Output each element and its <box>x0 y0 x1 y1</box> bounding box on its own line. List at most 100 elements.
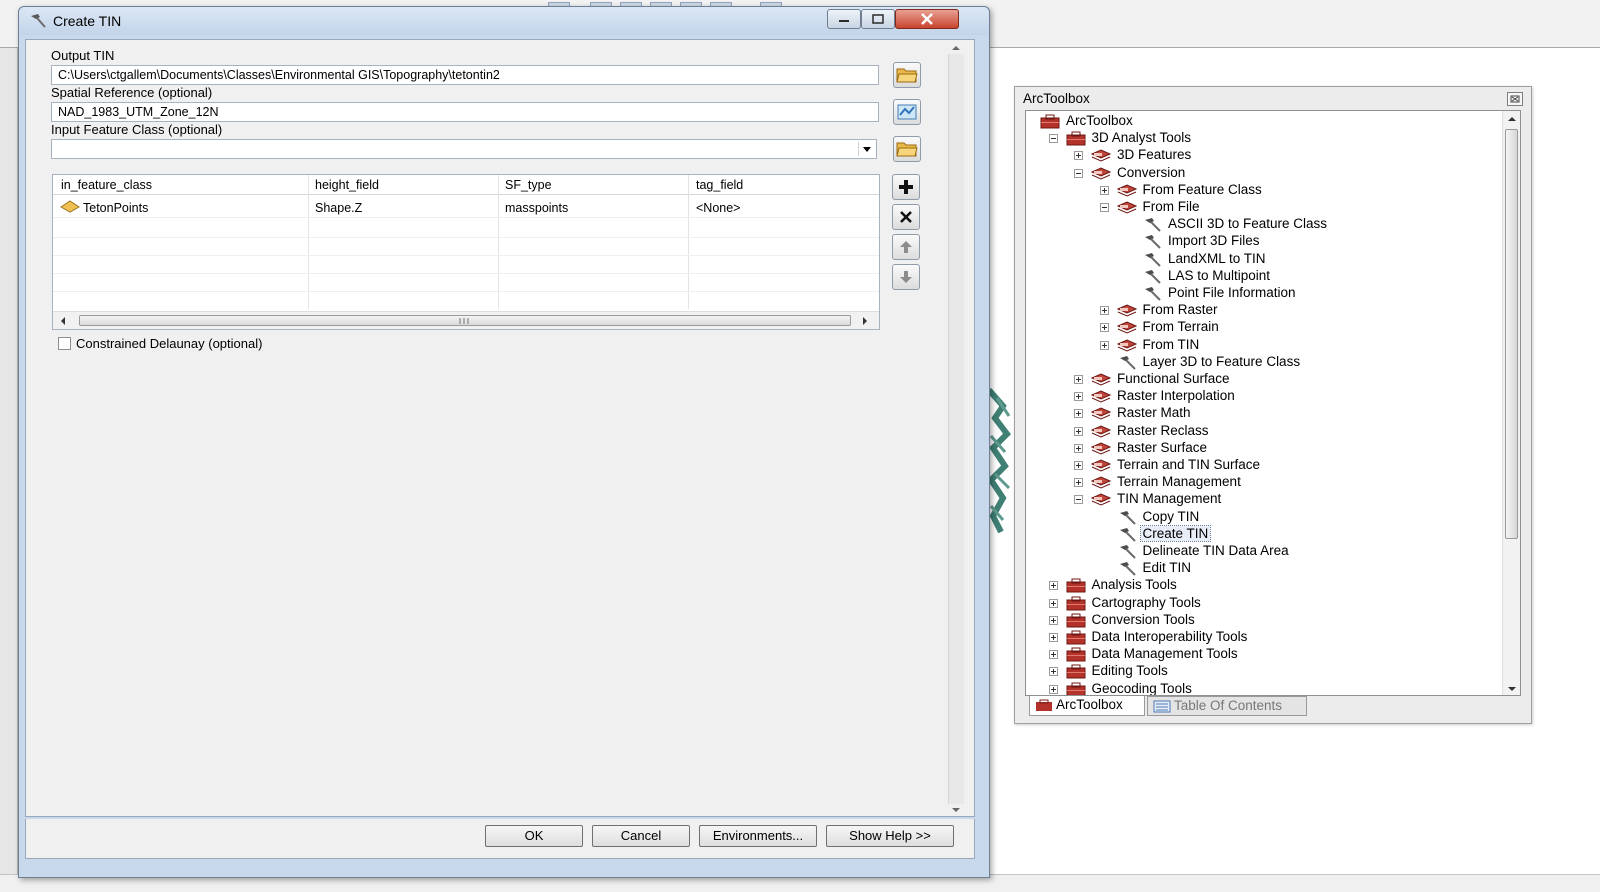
tree-item[interactable]: LandXML to TIN <box>1026 251 1502 268</box>
expand-icon[interactable] <box>1048 650 1058 660</box>
tree-item[interactable]: Terrain and TIN Surface <box>1026 457 1502 474</box>
expand-icon[interactable] <box>1074 443 1083 453</box>
expand-icon[interactable] <box>1048 598 1058 608</box>
spatial-reference-properties-button[interactable] <box>893 99 921 125</box>
expand-icon[interactable] <box>1048 615 1058 625</box>
expand-icon[interactable] <box>1048 633 1058 642</box>
tree-item[interactable]: Analysis Tools <box>1026 577 1502 594</box>
dialog-vertical-scrollbar[interactable] <box>938 40 974 816</box>
tree-item[interactable]: LAS to Multipoint <box>1026 268 1502 285</box>
tree-item[interactable]: ArcToolbox <box>1026 113 1502 130</box>
environments-button[interactable]: Environments... <box>699 825 817 847</box>
expand-icon[interactable] <box>1048 581 1058 591</box>
tree-item[interactable]: Create TIN <box>1026 524 1502 543</box>
input-feature-class-label: Input Feature Class (optional) <box>51 122 223 137</box>
tree-item-label: Conversion <box>1117 164 1186 180</box>
tree-item[interactable]: Raster Interpolation <box>1026 388 1502 405</box>
expand-icon[interactable] <box>1099 323 1109 333</box>
expand-icon[interactable] <box>1099 185 1109 195</box>
expand-icon[interactable] <box>1074 426 1083 436</box>
move-up-button[interactable] <box>892 234 920 260</box>
expand-icon[interactable] <box>1074 375 1083 384</box>
tree-item[interactable]: Point File Information <box>1026 285 1502 302</box>
expand-icon[interactable] <box>1074 392 1083 402</box>
tree-item[interactable]: Geocoding Tools <box>1026 681 1502 695</box>
add-row-button[interactable] <box>892 174 920 200</box>
expand-icon[interactable] <box>1048 684 1058 694</box>
scrollbar-track[interactable] <box>948 54 964 804</box>
tree-item[interactable]: Layer 3D to Feature Class <box>1026 354 1502 371</box>
expand-icon[interactable] <box>1048 667 1058 677</box>
expand-icon[interactable] <box>1074 409 1083 419</box>
tree-item[interactable]: From File <box>1026 199 1502 216</box>
chevron-right-icon[interactable] <box>861 316 869 326</box>
move-down-button[interactable] <box>892 264 920 290</box>
constrained-delaunay-label[interactable]: Constrained Delaunay (optional) <box>76 336 262 351</box>
table-cell[interactable]: <None> <box>696 201 740 215</box>
chevron-up-icon[interactable] <box>951 44 961 52</box>
minimize-button[interactable] <box>827 9 861 29</box>
tree-item[interactable]: Functional Surface <box>1026 371 1502 388</box>
expand-icon[interactable] <box>1074 461 1083 470</box>
tree-item[interactable]: Import 3D Files <box>1026 233 1502 250</box>
tree-item[interactable]: From Feature Class <box>1026 182 1502 199</box>
ok-button[interactable]: OK <box>485 825 583 847</box>
chevron-up-icon[interactable] <box>1507 115 1517 123</box>
tree-item[interactable]: Copy TIN <box>1026 509 1502 526</box>
tree-item[interactable]: Delineate TIN Data Area <box>1026 543 1502 560</box>
cancel-button[interactable]: Cancel <box>592 825 690 847</box>
collapse-icon[interactable] <box>1074 168 1083 178</box>
table-cell[interactable]: TetonPoints <box>83 201 148 215</box>
tree-item[interactable]: From TIN <box>1026 337 1502 354</box>
expand-icon[interactable] <box>1099 340 1109 350</box>
chevron-down-icon[interactable] <box>1507 685 1517 693</box>
constrained-delaunay-checkbox[interactable] <box>58 337 71 350</box>
tree-item[interactable]: 3D Features <box>1026 147 1502 164</box>
background-side-strip <box>0 48 18 892</box>
tree-item[interactable]: TIN Management <box>1026 491 1502 508</box>
chevron-left-icon[interactable] <box>59 316 67 326</box>
show-help-button[interactable]: Show Help >> <box>826 825 954 847</box>
input-feature-class-combobox[interactable] <box>51 139 877 159</box>
tab-table-of-contents[interactable]: Table Of Contents <box>1147 696 1307 716</box>
table-cell[interactable]: Shape.Z <box>315 201 362 215</box>
tree-vertical-scrollbar[interactable] <box>1502 111 1520 695</box>
panel-close-button[interactable] <box>1507 92 1523 106</box>
horizontal-scrollbar[interactable] <box>53 311 879 329</box>
expand-icon[interactable] <box>1074 151 1083 161</box>
expand-icon[interactable] <box>1074 478 1083 488</box>
tree-item[interactable]: From Terrain <box>1026 319 1502 336</box>
tree-item[interactable]: 3D Analyst Tools <box>1026 130 1502 147</box>
tree-item[interactable]: From Raster <box>1026 302 1502 319</box>
browse-input-button[interactable] <box>893 136 921 162</box>
tree-item[interactable]: Editing Tools <box>1026 663 1502 680</box>
collapse-icon[interactable] <box>1099 203 1109 212</box>
tab-arctoolbox[interactable]: ArcToolbox <box>1029 696 1145 716</box>
tree-item[interactable]: Cartography Tools <box>1026 595 1502 612</box>
remove-row-button[interactable] <box>892 204 920 230</box>
collapse-icon[interactable] <box>1074 495 1083 505</box>
tree-item[interactable]: ASCII 3D to Feature Class <box>1026 216 1502 233</box>
spatial-reference-input[interactable]: NAD_1983_UTM_Zone_12N <box>51 102 879 122</box>
tree-item[interactable]: Raster Math <box>1026 405 1502 422</box>
scrollbar-thumb[interactable] <box>1505 129 1518 539</box>
output-tin-input[interactable]: C:\Users\ctgallem\Documents\Classes\Envi… <box>51 65 879 85</box>
table-cell[interactable]: masspoints <box>505 201 568 215</box>
tree-item[interactable]: Data Interoperability Tools <box>1026 629 1502 646</box>
tree-item[interactable]: Data Management Tools <box>1026 646 1502 663</box>
dialog-titlebar[interactable]: Create TIN <box>19 7 989 35</box>
chevron-down-icon[interactable] <box>951 806 961 814</box>
close-button[interactable] <box>895 9 959 29</box>
tree-item[interactable]: Conversion Tools <box>1026 612 1502 629</box>
tree-item[interactable]: Raster Reclass <box>1026 423 1502 440</box>
browse-output-button[interactable] <box>893 62 921 88</box>
tree-item[interactable]: Raster Surface <box>1026 440 1502 457</box>
scrollbar-thumb[interactable] <box>79 315 851 326</box>
collapse-icon[interactable] <box>1048 134 1058 144</box>
maximize-button[interactable] <box>861 9 895 29</box>
expand-icon[interactable] <box>1099 306 1109 316</box>
tree-item[interactable]: Edit TIN <box>1026 560 1502 577</box>
tree-item[interactable]: Terrain Management <box>1026 474 1502 491</box>
dropdown-arrow[interactable] <box>858 142 874 156</box>
tree-item[interactable]: Conversion <box>1026 165 1502 182</box>
